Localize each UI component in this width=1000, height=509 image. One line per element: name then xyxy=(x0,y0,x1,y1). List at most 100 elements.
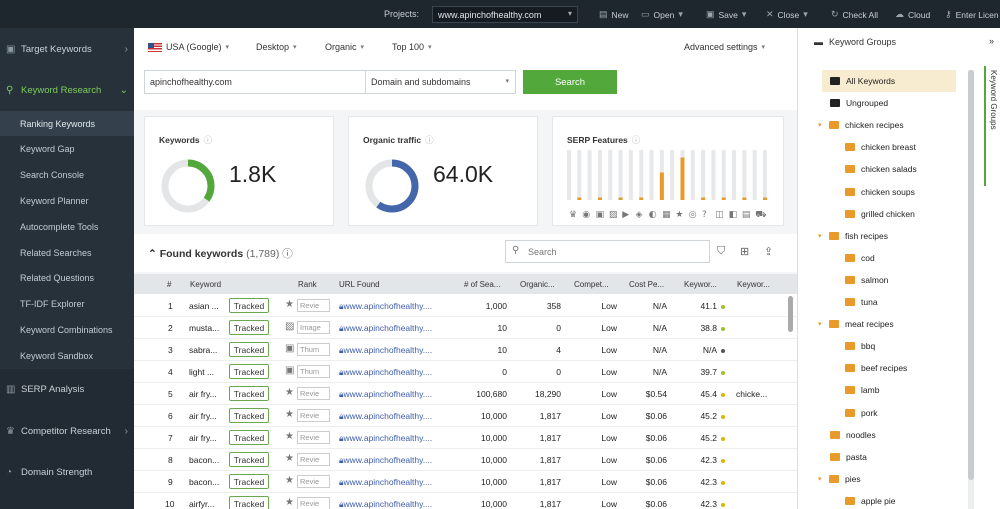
col-keyword[interactable]: Keyword xyxy=(190,280,221,289)
tracked-badge[interactable]: Tracked xyxy=(229,386,269,401)
scrollbar-thumb[interactable] xyxy=(968,70,974,480)
group-item[interactable]: apple pie xyxy=(845,490,956,509)
group-item[interactable]: bbq xyxy=(845,335,956,357)
table-row[interactable]: 8 bacon... Tracked ★ Revie 🔒︎www.apinchofheal… xyxy=(134,449,797,471)
table-row[interactable]: 5 air fry... Tracked ★ Revie 🔒︎www.apinchofhe… xyxy=(134,383,797,405)
col-keyword-difficulty[interactable]: Keywor... xyxy=(684,280,717,289)
table-row[interactable]: 6 air fry... Tracked ★ Revie 🔒︎www.apinchofhe… xyxy=(134,405,797,427)
sidebar-item-related-searches[interactable]: Related Searches xyxy=(0,240,134,265)
sidebar-item-keyword-combinations[interactable]: Keyword Combinations xyxy=(0,317,134,342)
table-row[interactable]: 9 bacon... Tracked ★ Revie 🔒︎www.apinchofheal… xyxy=(134,471,797,493)
group-item[interactable]: All Keywords xyxy=(822,70,956,92)
collapse-panel-icon[interactable]: » xyxy=(989,36,994,46)
row-url-link[interactable]: 🔒︎www.apinchofhealthy.... xyxy=(339,367,432,378)
row-url-link[interactable]: 🔒︎www.apinchofhealthy.... xyxy=(339,433,432,444)
col-cost-per-click[interactable]: Cost Pe... xyxy=(629,280,664,289)
group-item[interactable]: ▾ chicken recipes xyxy=(818,114,956,136)
table-scrollbar[interactable] xyxy=(788,296,793,332)
row-url-link[interactable]: 🔒︎www.apinchofhealthy.... xyxy=(339,389,432,400)
table-row[interactable]: 4 light ... Tracked ▣ Thum 🔒︎www.apinchofheal… xyxy=(134,361,797,383)
search-button[interactable]: Search xyxy=(523,70,617,94)
col-competition[interactable]: Compet... xyxy=(574,280,609,289)
expand-chevron-icon[interactable]: ▾ xyxy=(818,320,824,328)
row-url-link[interactable]: 🔒︎www.apinchofhealthy.... xyxy=(339,345,432,356)
group-item[interactable]: chicken salads xyxy=(845,158,956,180)
group-item[interactable]: tuna xyxy=(845,291,956,313)
tracked-badge[interactable]: Tracked xyxy=(229,408,269,423)
sidebar-item-keyword-planner[interactable]: Keyword Planner xyxy=(0,188,134,213)
col-url-found[interactable]: URL Found xyxy=(339,280,380,289)
tracked-badge[interactable]: Tracked xyxy=(229,320,269,335)
table-row[interactable]: 3 sabra... Tracked ▣ Thum 🔒︎www.apinchofhealt… xyxy=(134,339,797,361)
sidebar-item-serp-analysis[interactable]: ▥ SERP Analysis xyxy=(0,370,134,408)
sidebar-item-related-questions[interactable]: Related Questions xyxy=(0,265,134,290)
save-button[interactable]: ▣ Save ▾ xyxy=(706,9,746,20)
search-type-select[interactable]: Organic ▾ xyxy=(325,42,364,52)
row-url-link[interactable]: 🔒︎www.apinchofhealthy.... xyxy=(339,499,432,509)
groups-scrollbar[interactable] xyxy=(968,70,974,509)
row-url-link[interactable]: 🔒︎www.apinchofhealthy.... xyxy=(339,455,432,466)
enter-license-button[interactable]: ⚷ Enter Licen xyxy=(945,9,999,20)
sidebar-item-search-console[interactable]: Search Console xyxy=(0,162,134,187)
col-organic[interactable]: Organic... xyxy=(520,280,555,289)
scope-select[interactable]: Domain and subdomains ▾ xyxy=(365,70,516,94)
device-select[interactable]: Desktop ▾ xyxy=(256,42,297,52)
group-item[interactable]: ▾ pies xyxy=(818,468,956,490)
tracked-badge[interactable]: Tracked xyxy=(229,452,269,467)
group-item[interactable]: pork xyxy=(845,402,956,424)
tracked-badge[interactable]: Tracked xyxy=(229,474,269,489)
sidebar-item-keyword-gap[interactable]: Keyword Gap xyxy=(0,136,134,161)
group-item[interactable]: cod xyxy=(845,247,956,269)
row-url-link[interactable]: 🔒︎www.apinchofhealthy.... xyxy=(339,477,432,488)
group-item[interactable]: chicken soups xyxy=(845,181,956,203)
row-url-link[interactable]: 🔒︎www.apinchofhealthy.... xyxy=(339,323,432,334)
group-item[interactable]: noodles xyxy=(830,424,956,446)
group-item[interactable]: beef recipes xyxy=(845,357,956,379)
columns-icon[interactable]: ⊞ xyxy=(740,245,749,258)
close-button[interactable]: ✕ Close ▾ xyxy=(766,9,808,20)
keyword-search-input[interactable]: ⚲ Search xyxy=(505,240,710,263)
row-url-link[interactable]: 🔒︎www.apinchofhealthy.... xyxy=(339,411,432,422)
sidebar-item-keyword-sandbox[interactable]: Keyword Sandbox xyxy=(0,343,134,368)
sidebar-item-ranking-keywords[interactable]: Ranking Keywords xyxy=(0,111,134,136)
table-row[interactable]: 7 air fry... Tracked ★ Revie 🔒︎www.apinchofhe… xyxy=(134,427,797,449)
open-button[interactable]: ▭ Open ▾ xyxy=(641,9,683,20)
group-item[interactable]: ▾ meat recipes xyxy=(818,313,956,335)
tracked-badge[interactable]: Tracked xyxy=(229,364,269,379)
check-all-button[interactable]: ↻ Check All xyxy=(831,9,878,20)
collapse-icon[interactable]: ⌃ xyxy=(148,248,157,260)
project-select[interactable]: www.apinchofhealthy.com ▾ xyxy=(432,6,578,23)
col-searches[interactable]: # of Sea... xyxy=(464,280,500,289)
export-icon[interactable]: ⇪ xyxy=(764,245,773,258)
sidebar-item-competitor-research[interactable]: ♛ Competitor Research › xyxy=(0,412,134,450)
expand-chevron-icon[interactable]: ▾ xyxy=(818,475,824,483)
domain-input[interactable]: apinchofhealthy.com xyxy=(144,70,366,94)
country-select[interactable]: USA (Google) ▾ xyxy=(148,42,229,52)
col-rank[interactable]: Rank xyxy=(298,280,317,289)
sidebar-item-domain-strength[interactable]: ◔ Domain Strength xyxy=(0,453,134,491)
tracked-badge[interactable]: Tracked xyxy=(229,496,269,509)
new-button[interactable]: ▤ New xyxy=(599,9,629,20)
table-row[interactable]: 2 musta... Tracked ▨ Image 🔒︎www.apinchofheal… xyxy=(134,317,797,339)
group-item[interactable]: grilled chicken xyxy=(845,203,956,225)
row-url-link[interactable]: 🔒︎www.apinchofhealthy.... xyxy=(339,301,432,312)
sidebar-item-autocomplete-tools[interactable]: Autocomplete Tools xyxy=(0,214,134,239)
table-row[interactable]: 10 airfyr... Tracked ★ Revie 🔒︎www.apinchofhe… xyxy=(134,493,797,509)
sidebar-item-tf-idf-explorer[interactable]: TF-IDF Explorer xyxy=(0,291,134,316)
col-keyword-group[interactable]: Keywor... xyxy=(737,280,770,289)
group-item[interactable]: ▾ fish recipes xyxy=(818,225,956,247)
keyword-groups-side-tab[interactable]: Keyword Groups xyxy=(984,66,998,186)
col-number[interactable]: # xyxy=(167,280,171,289)
group-item[interactable]: Ungrouped xyxy=(830,92,956,114)
expand-chevron-icon[interactable]: ▾ xyxy=(818,121,824,129)
cloud-button[interactable]: ☁ Cloud xyxy=(895,9,930,20)
sidebar-item-target-keywords[interactable]: ▣ Target Keywords › xyxy=(0,30,134,68)
tracked-badge[interactable]: Tracked xyxy=(229,298,269,313)
group-item[interactable]: salmon xyxy=(845,269,956,291)
top-select[interactable]: Top 100 ▾ xyxy=(392,42,432,52)
filter-icon[interactable]: ⛉ xyxy=(717,245,725,258)
advanced-settings-dropdown[interactable]: Advanced settings ▾ xyxy=(684,42,765,52)
tracked-badge[interactable]: Tracked xyxy=(229,430,269,445)
expand-chevron-icon[interactable]: ▾ xyxy=(818,232,824,240)
group-item[interactable]: lamb xyxy=(845,379,956,401)
